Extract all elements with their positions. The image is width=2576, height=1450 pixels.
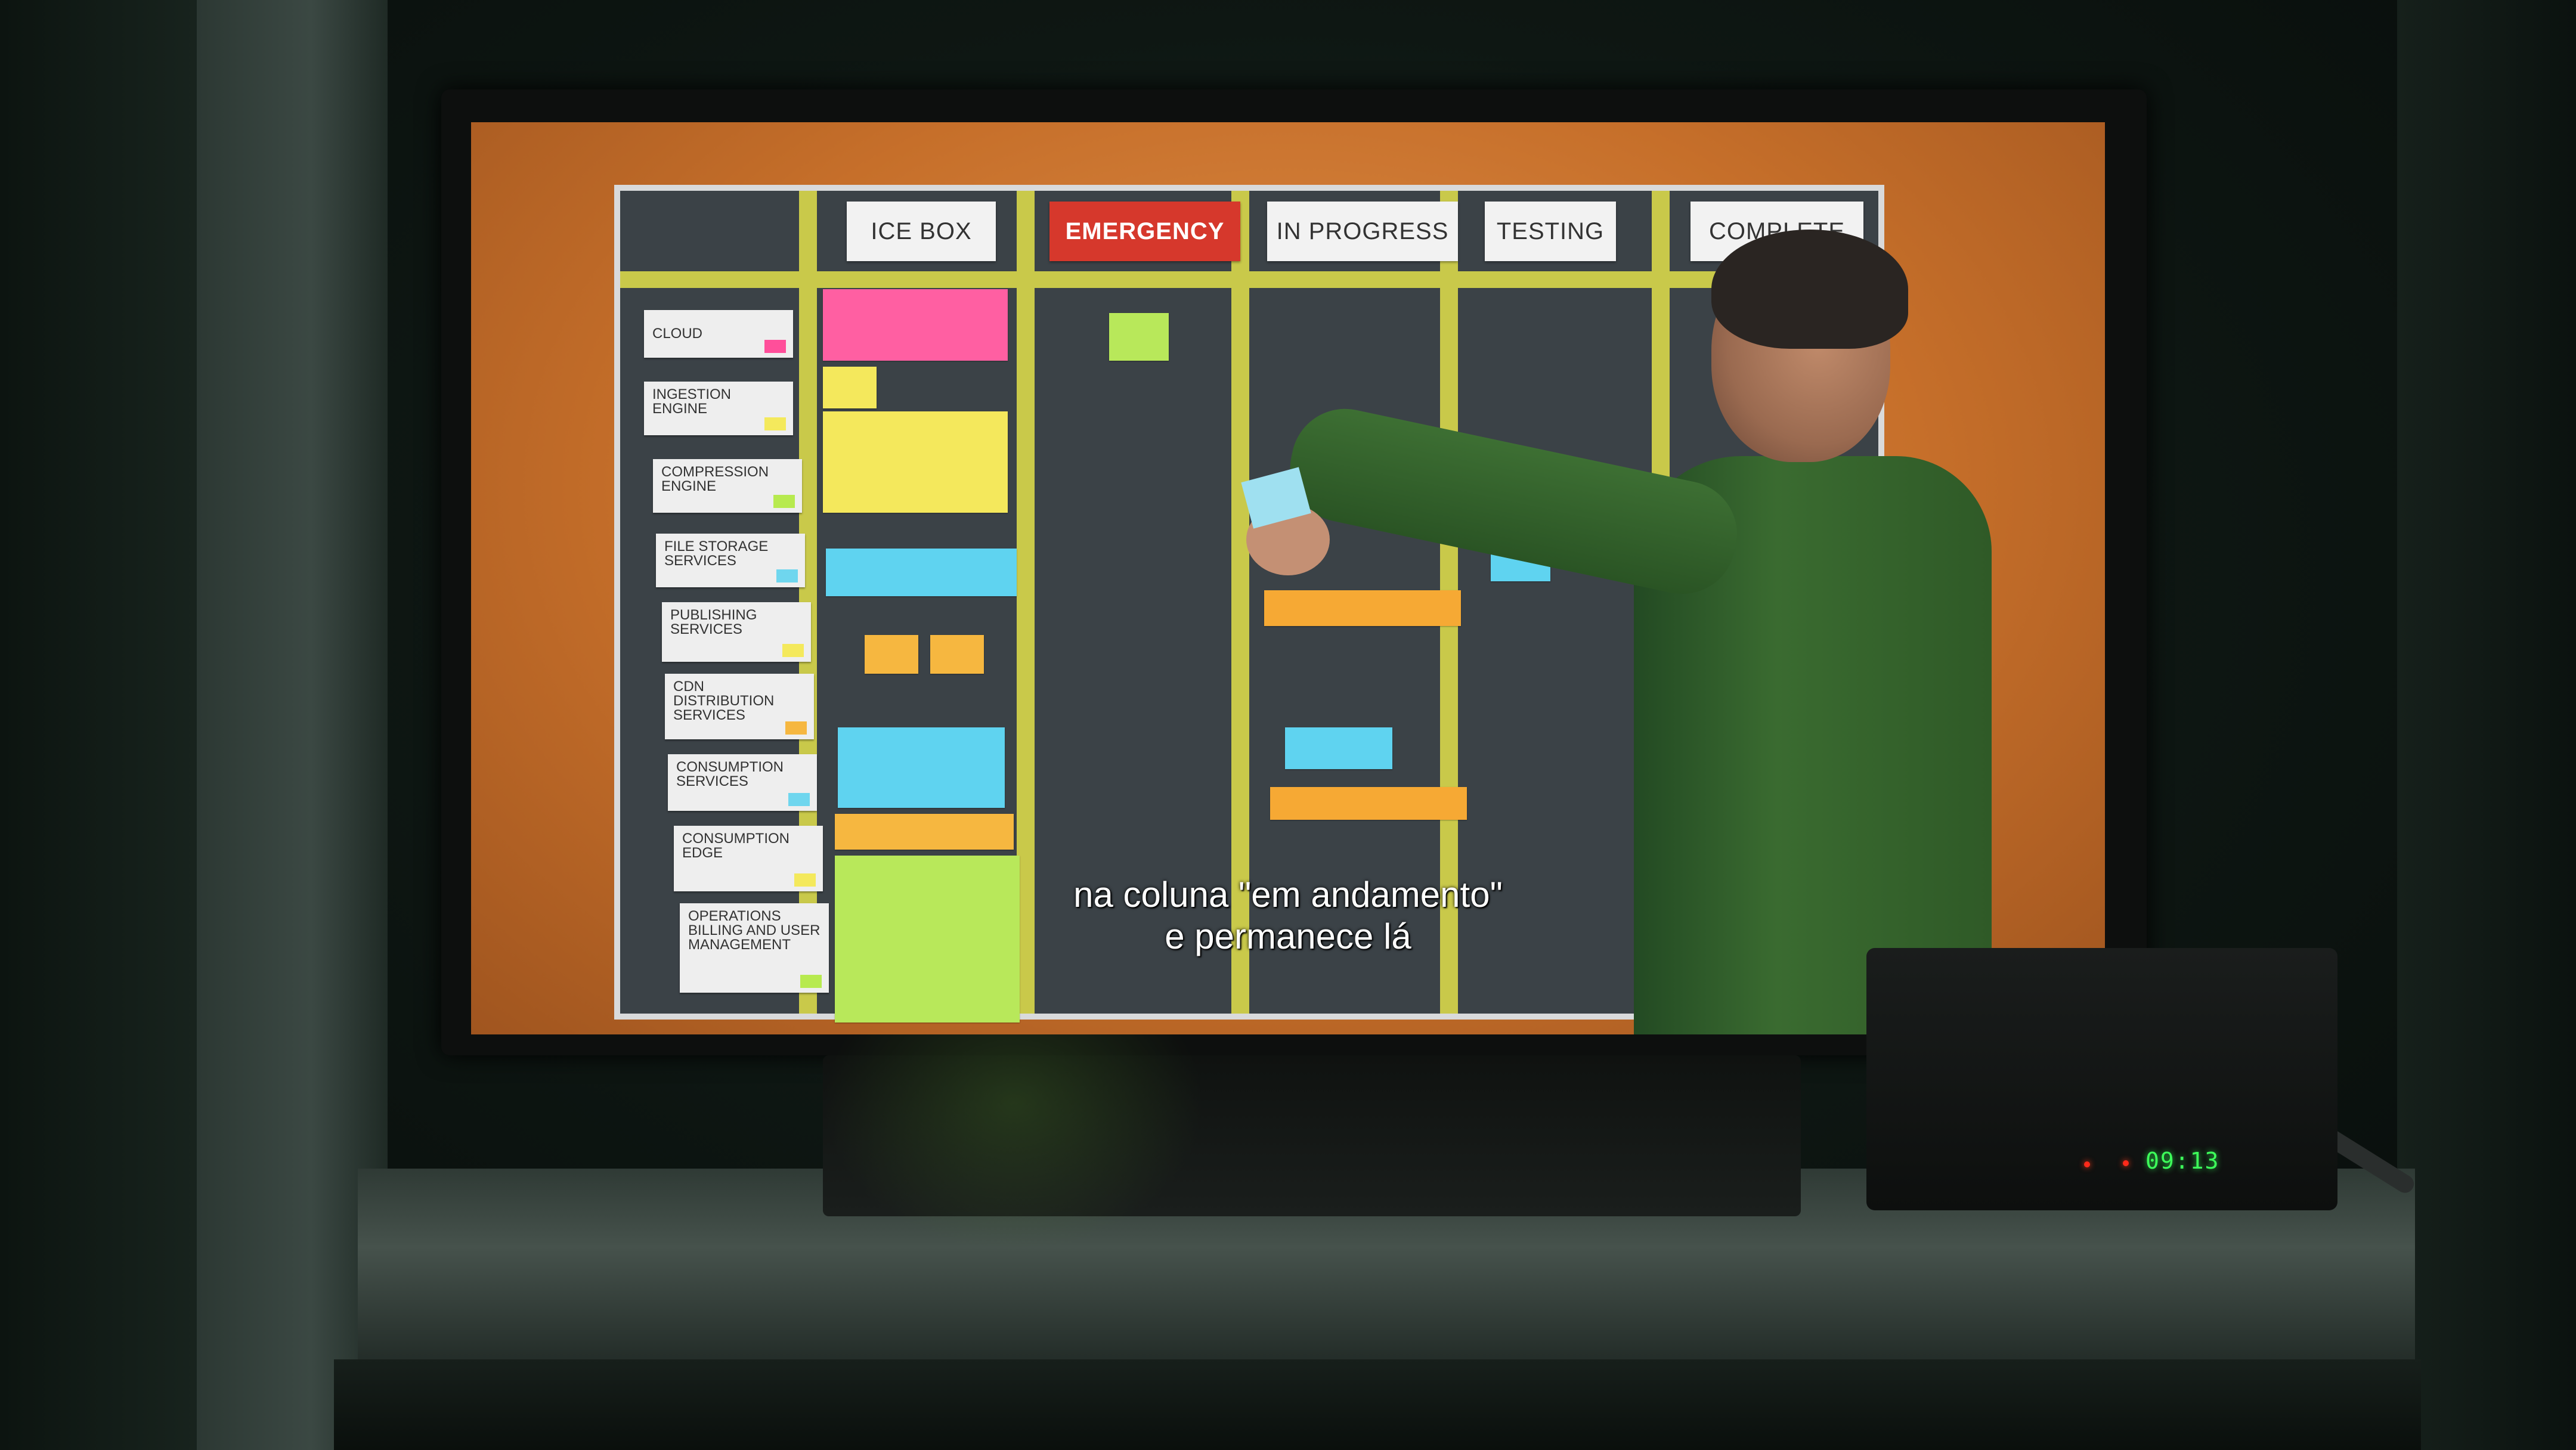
column-header-testing: TESTING — [1485, 202, 1616, 261]
right-wall — [2397, 0, 2576, 1450]
sticky-note — [838, 727, 1005, 808]
lane-label-text: INGESTION ENGINE — [652, 386, 732, 417]
lane-label-text: PUBLISHING SERVICES — [670, 607, 757, 637]
status-led — [2123, 1160, 2129, 1166]
lane-color-chip — [782, 644, 804, 657]
lane-color-chip — [788, 793, 810, 806]
sticky-note — [1109, 313, 1169, 361]
sticky-note — [823, 289, 1008, 361]
lane-label-compression: COMPRESSION ENGINE — [653, 459, 802, 513]
lane-label-text: CLOUD — [652, 326, 703, 342]
column-header-emergency: EMERGENCY — [1049, 202, 1240, 261]
lane-label-text: COMPRESSION ENGINE — [661, 464, 769, 494]
lane-color-chip — [785, 721, 807, 735]
sticky-note — [835, 814, 1014, 850]
lane-label-text: FILE STORAGE SERVICES — [664, 538, 769, 569]
lane-label-text: CONSUMPTION SERVICES — [676, 759, 784, 789]
lane-label-ingestion: INGESTION ENGINE — [644, 382, 793, 435]
lane-color-chip — [764, 340, 786, 353]
sticky-note — [930, 635, 984, 674]
lane-color-chip — [776, 569, 798, 583]
subtitle-line-2: e permanece lá — [1165, 916, 1411, 956]
subtitle-line-1: na coluna "em andamento" — [1073, 875, 1503, 915]
lane-label-text: CONSUMPTION EDGE — [682, 831, 789, 861]
lane-color-chip — [800, 975, 822, 988]
set-top-box — [1866, 948, 2337, 1210]
tv-screen: ICE BOX EMERGENCY IN PROGRESS TESTING CO… — [471, 122, 2105, 1034]
lane-label-consumption-services: CONSUMPTION SERVICES — [668, 754, 817, 811]
shelf-front — [334, 1359, 2421, 1450]
sticky-note — [826, 549, 1017, 596]
lane-color-chip — [764, 417, 786, 430]
lane-label-text: CDN DISTRIBUTION SERVICES — [673, 678, 775, 723]
column-header-icebox: ICE BOX — [847, 202, 996, 261]
column-header-in-progress: IN PROGRESS — [1267, 202, 1458, 261]
lane-color-chip — [773, 495, 795, 508]
sticky-note — [1270, 787, 1467, 820]
sticky-note — [1285, 727, 1392, 769]
sticky-note — [865, 635, 918, 674]
lane-label-publishing: PUBLISHING SERVICES — [662, 602, 811, 662]
lane-label-cdn: CDN DISTRIBUTION SERVICES — [665, 674, 814, 739]
sticky-note — [1264, 590, 1461, 626]
clock-display: 09:13 — [2145, 1148, 2220, 1174]
lane-label-file-storage: FILE STORAGE SERVICES — [656, 534, 805, 587]
sticky-note — [823, 367, 877, 408]
tape-header-line — [620, 271, 1878, 288]
status-led — [2084, 1161, 2090, 1167]
person-hair — [1711, 230, 1908, 349]
lane-label-cloud: CLOUD — [644, 310, 793, 358]
sticky-note — [823, 411, 1008, 513]
